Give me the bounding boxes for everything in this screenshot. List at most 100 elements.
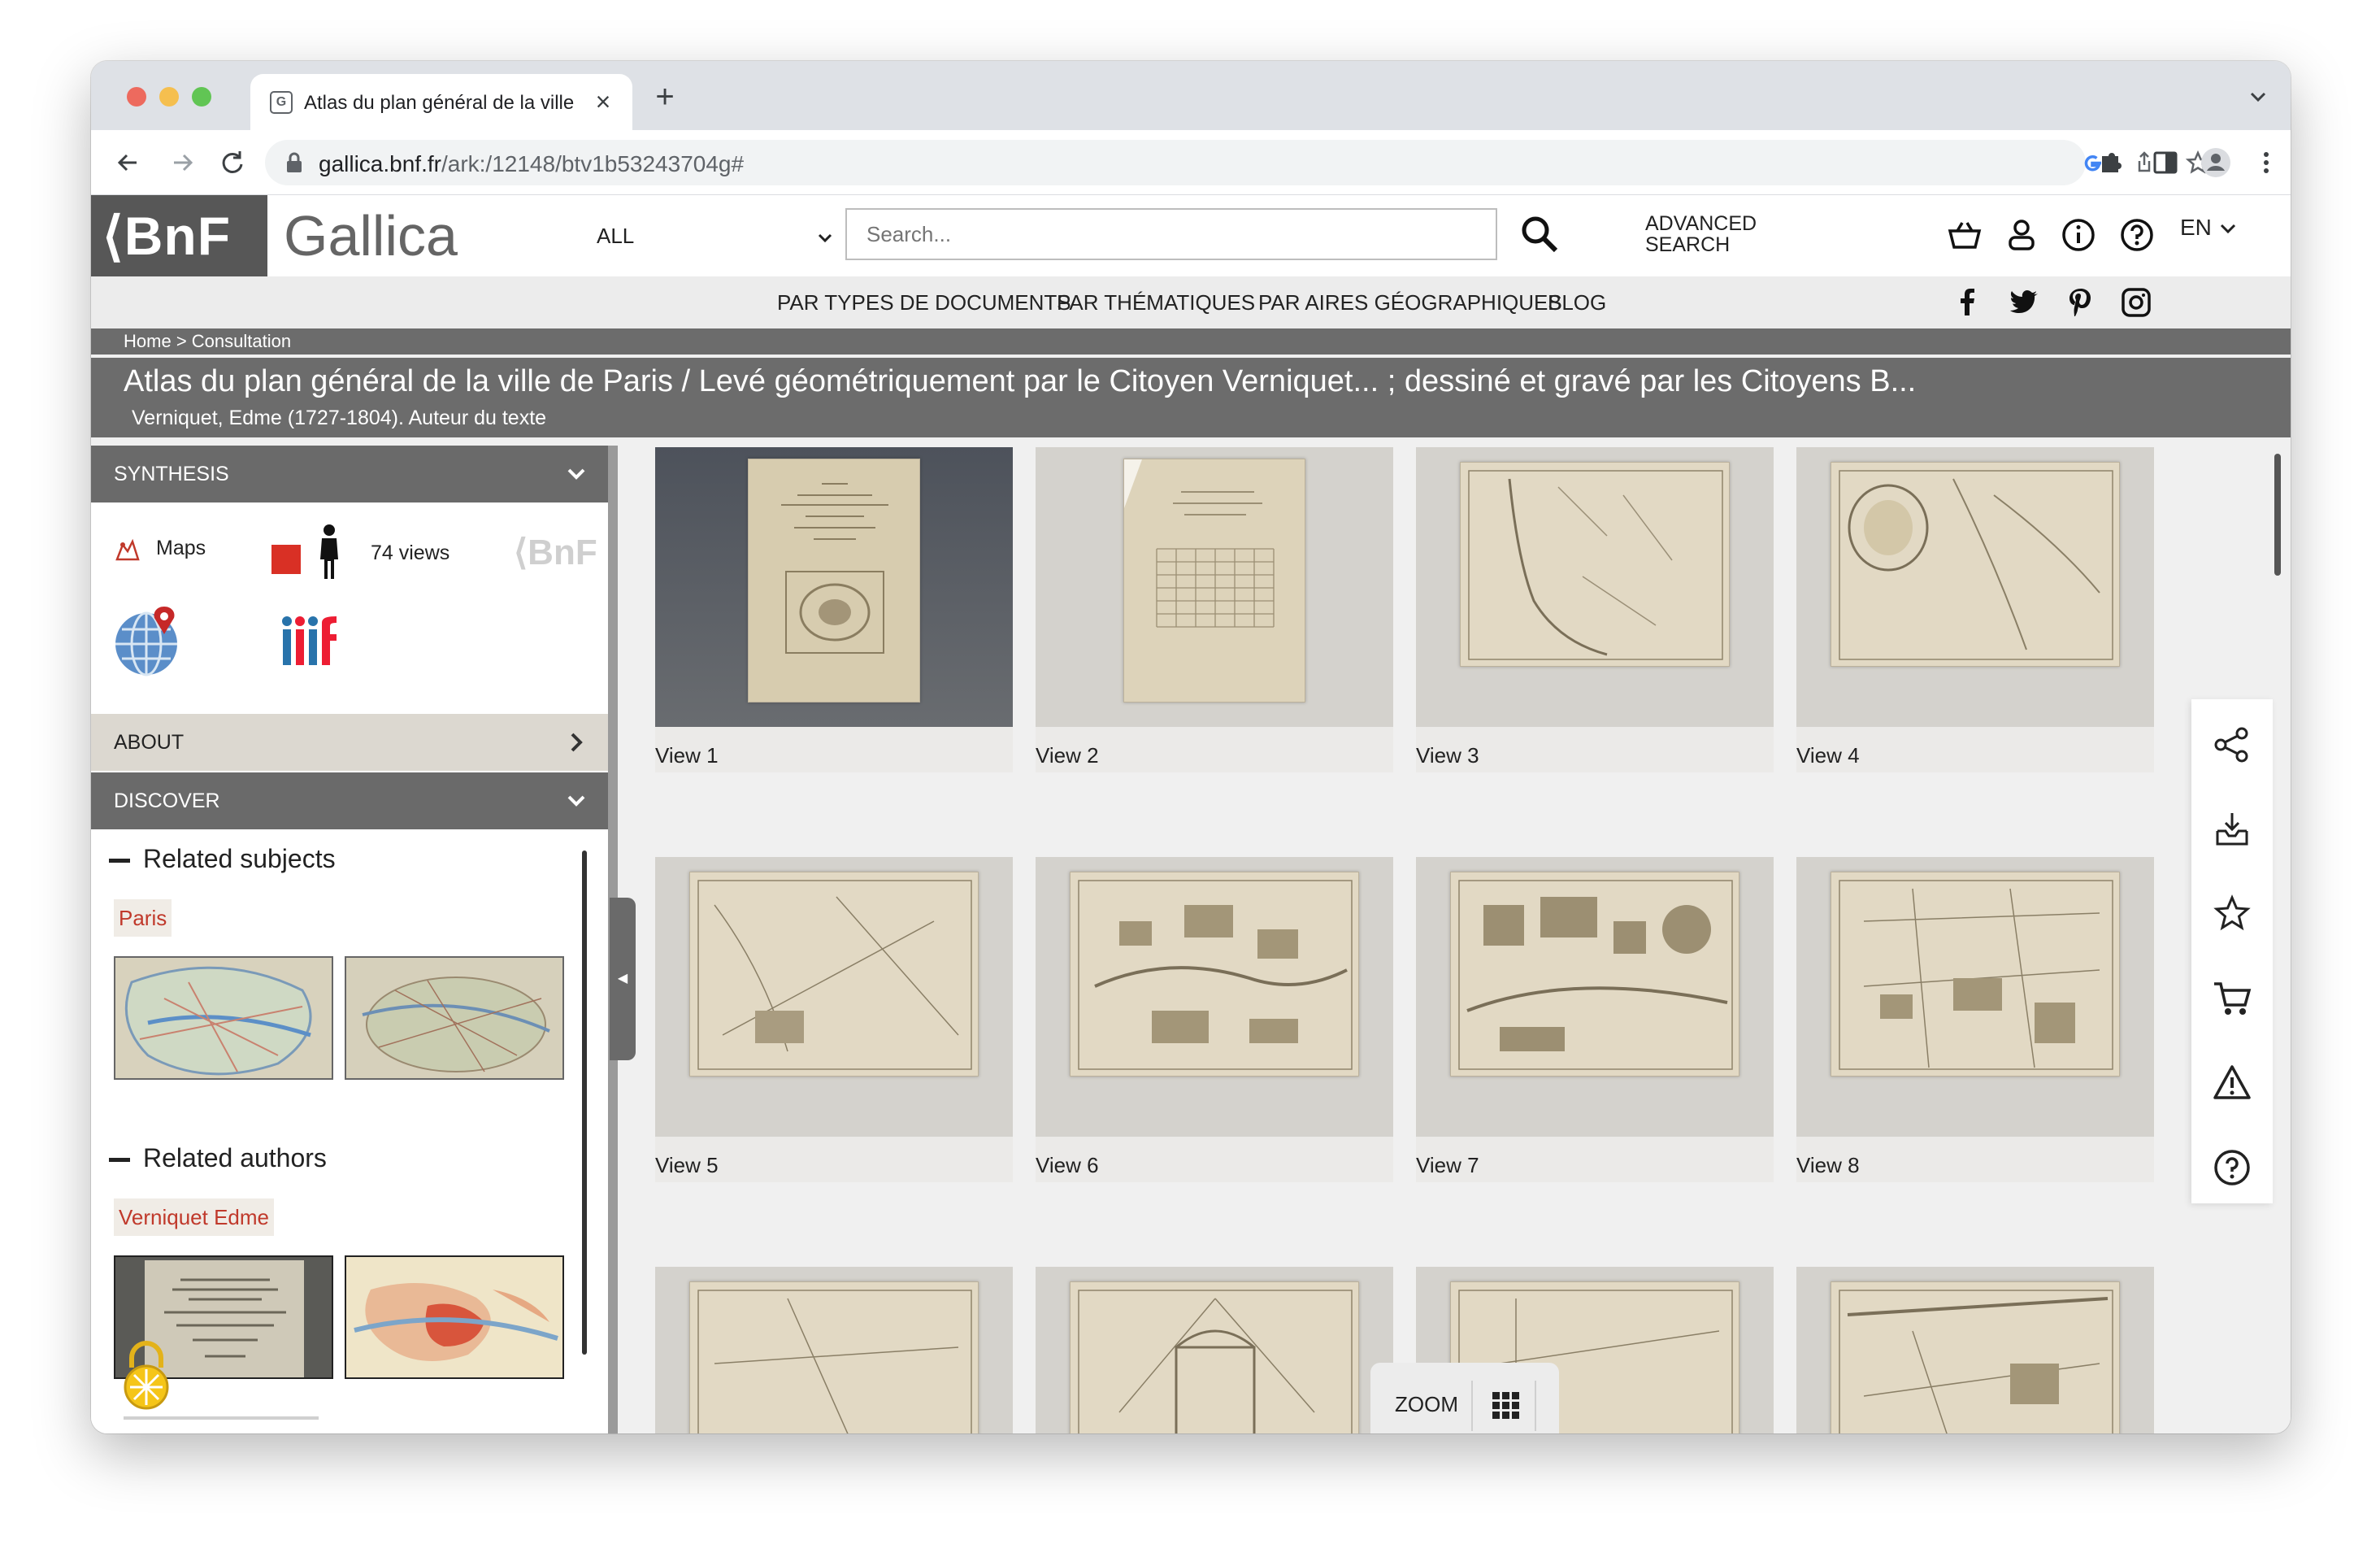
browser-toolbar: gallica.bnf.fr/ark:/12148/btv1b53243704g… [91, 130, 2291, 195]
cart-icon[interactable] [2213, 979, 2252, 1018]
facebook-icon[interactable] [1951, 286, 1983, 319]
address-bar[interactable]: gallica.bnf.fr/ark:/12148/btv1b53243704g… [265, 140, 2211, 185]
nav-blog[interactable]: BLOG [1548, 276, 1606, 328]
view-thumbnail[interactable]: View 6 [1036, 857, 1393, 1182]
map-type-icon [115, 538, 140, 561]
view-thumbnail[interactable]: View 5 [655, 857, 1013, 1182]
pinterest-icon[interactable] [2065, 286, 2097, 319]
breadcrumb-home[interactable]: Home [124, 331, 172, 351]
related-authors-heading[interactable]: Related authors [109, 1143, 327, 1173]
about-accordion[interactable]: ABOUT [91, 714, 608, 771]
profile-avatar-icon[interactable] [2198, 145, 2234, 181]
view-thumbnail[interactable]: View 4 [1796, 447, 2154, 772]
view-image [655, 447, 1013, 727]
view-image [1036, 857, 1393, 1137]
browser-tab[interactable]: G Atlas du plan général de la ville × [250, 74, 632, 130]
view-thumbnail[interactable] [1796, 1267, 2154, 1433]
related-subjects-heading[interactable]: Related subjects [109, 844, 336, 874]
view-label: View 7 [1416, 1153, 1479, 1177]
bnf-watermark-logo: ⟨BnF [514, 533, 597, 572]
grid-scrollbar[interactable] [2274, 454, 2281, 576]
view-label: View 5 [655, 1153, 719, 1177]
view-thumbnail[interactable]: View 2 [1036, 447, 1393, 772]
iiif-logo-icon[interactable] [281, 615, 340, 667]
language-selector[interactable]: EN [2180, 215, 2238, 241]
new-tab-button[interactable]: + [645, 77, 684, 116]
view-thumbnail[interactable]: View 1 [655, 447, 1013, 772]
menu-kebab-icon[interactable] [2248, 145, 2284, 181]
page-map [1831, 1281, 2120, 1433]
page-map [1070, 1281, 1359, 1433]
globe-location-icon[interactable] [109, 602, 187, 680]
grid-view-icon[interactable] [1492, 1392, 1520, 1420]
related-subject-thumbnail[interactable] [114, 956, 333, 1080]
user-account-icon[interactable] [2003, 216, 2040, 254]
view-label: View 8 [1796, 1153, 1860, 1177]
view-thumbnail[interactable] [1036, 1267, 1393, 1433]
help-icon[interactable] [2213, 1148, 2252, 1187]
search-category-value: ALL [597, 224, 635, 248]
lock-access-icon [124, 1341, 169, 1410]
chevron-down-icon [567, 468, 585, 480]
author-tag-verniquet[interactable]: Verniquet Edme [114, 1198, 275, 1236]
related-author-thumbnail[interactable] [345, 1255, 564, 1379]
site-header: ⟨BnF Gallica ALL ADVANCEDSEARCH EN [91, 195, 2291, 276]
minimize-window-button[interactable] [159, 87, 179, 107]
view-image [1036, 1267, 1393, 1433]
right-toolbar [2191, 699, 2273, 1203]
view-thumbnail[interactable]: View 7 [1416, 857, 1774, 1182]
synthesis-accordion[interactable]: SYNTHESIS [91, 446, 608, 502]
view-image [1796, 857, 2154, 1137]
help-icon[interactable] [2118, 216, 2156, 254]
back-icon[interactable] [111, 145, 146, 181]
view-thumbnail[interactable] [655, 1267, 1013, 1433]
view-label: View 6 [1036, 1153, 1099, 1177]
collapse-panel-button[interactable]: ◀ [610, 898, 636, 1060]
extensions-icon[interactable] [2094, 145, 2130, 181]
advanced-search-link[interactable]: ADVANCED SEARCH [1645, 213, 1757, 255]
close-window-button[interactable] [127, 87, 146, 107]
chevron-down-icon [2220, 224, 2235, 233]
zoom-button[interactable]: ZOOM [1395, 1392, 1458, 1417]
info-icon[interactable] [2060, 216, 2097, 254]
gallica-logo[interactable]: Gallica [267, 195, 487, 276]
view-thumbnail[interactable]: View 3 [1416, 447, 1774, 772]
view-label: View 1 [655, 743, 719, 768]
view-thumbnail[interactable]: View 8 [1796, 857, 2154, 1182]
subject-tag-paris[interactable]: Paris [114, 899, 172, 937]
zoom-separator [1471, 1381, 1473, 1431]
bnf-logo[interactable]: ⟨BnF [91, 195, 267, 276]
nav-thematiques[interactable]: PAR THÉMATIQUES [1057, 276, 1255, 328]
rights-square-icon [271, 545, 301, 574]
about-label: ABOUT [114, 731, 185, 754]
search-input[interactable] [845, 208, 1497, 260]
download-icon[interactable] [2213, 810, 2252, 849]
view-label: View 2 [1036, 743, 1099, 768]
share-icon[interactable] [2213, 725, 2252, 764]
view-image [1416, 447, 1774, 727]
tab-close-icon[interactable]: × [587, 85, 619, 118]
report-warning-icon[interactable] [2213, 1064, 2252, 1103]
search-icon[interactable] [1518, 213, 1561, 255]
left-panel: SYNTHESIS Maps 74 views ⟨BnF ABOUT DISCO… [91, 446, 608, 1433]
forward-icon[interactable] [164, 145, 200, 181]
document-author[interactable]: Verniquet, Edme (1727-1804). Auteur du t… [132, 407, 546, 430]
discover-accordion[interactable]: DISCOVER [91, 772, 608, 829]
page-table [1123, 459, 1305, 703]
nav-types-documents[interactable]: PAR TYPES DE DOCUMENTS [777, 276, 1071, 328]
reload-icon[interactable] [215, 145, 250, 181]
tab-search-chevron-icon[interactable] [2242, 80, 2274, 113]
document-type[interactable]: Maps [156, 537, 206, 560]
twitter-icon[interactable] [2008, 286, 2040, 319]
favorite-star-icon[interactable] [2213, 894, 2252, 933]
search-category-select[interactable]: ALL [588, 210, 839, 262]
nav-aires-geographiques[interactable]: PAR AIRES GÉOGRAPHIQUES [1258, 276, 1562, 328]
instagram-icon[interactable] [2120, 286, 2152, 319]
main-nav: PAR TYPES DE DOCUMENTS PAR THÉMATIQUES P… [91, 276, 2291, 328]
zoom-window-button[interactable] [192, 87, 211, 107]
discover-scrollbar[interactable] [582, 850, 587, 1355]
related-subject-thumbnail[interactable] [345, 956, 564, 1080]
tab-bar: G Atlas du plan général de la ville × + [91, 61, 2291, 130]
basket-icon[interactable] [1946, 216, 1983, 254]
side-panel-icon[interactable] [2148, 145, 2183, 181]
